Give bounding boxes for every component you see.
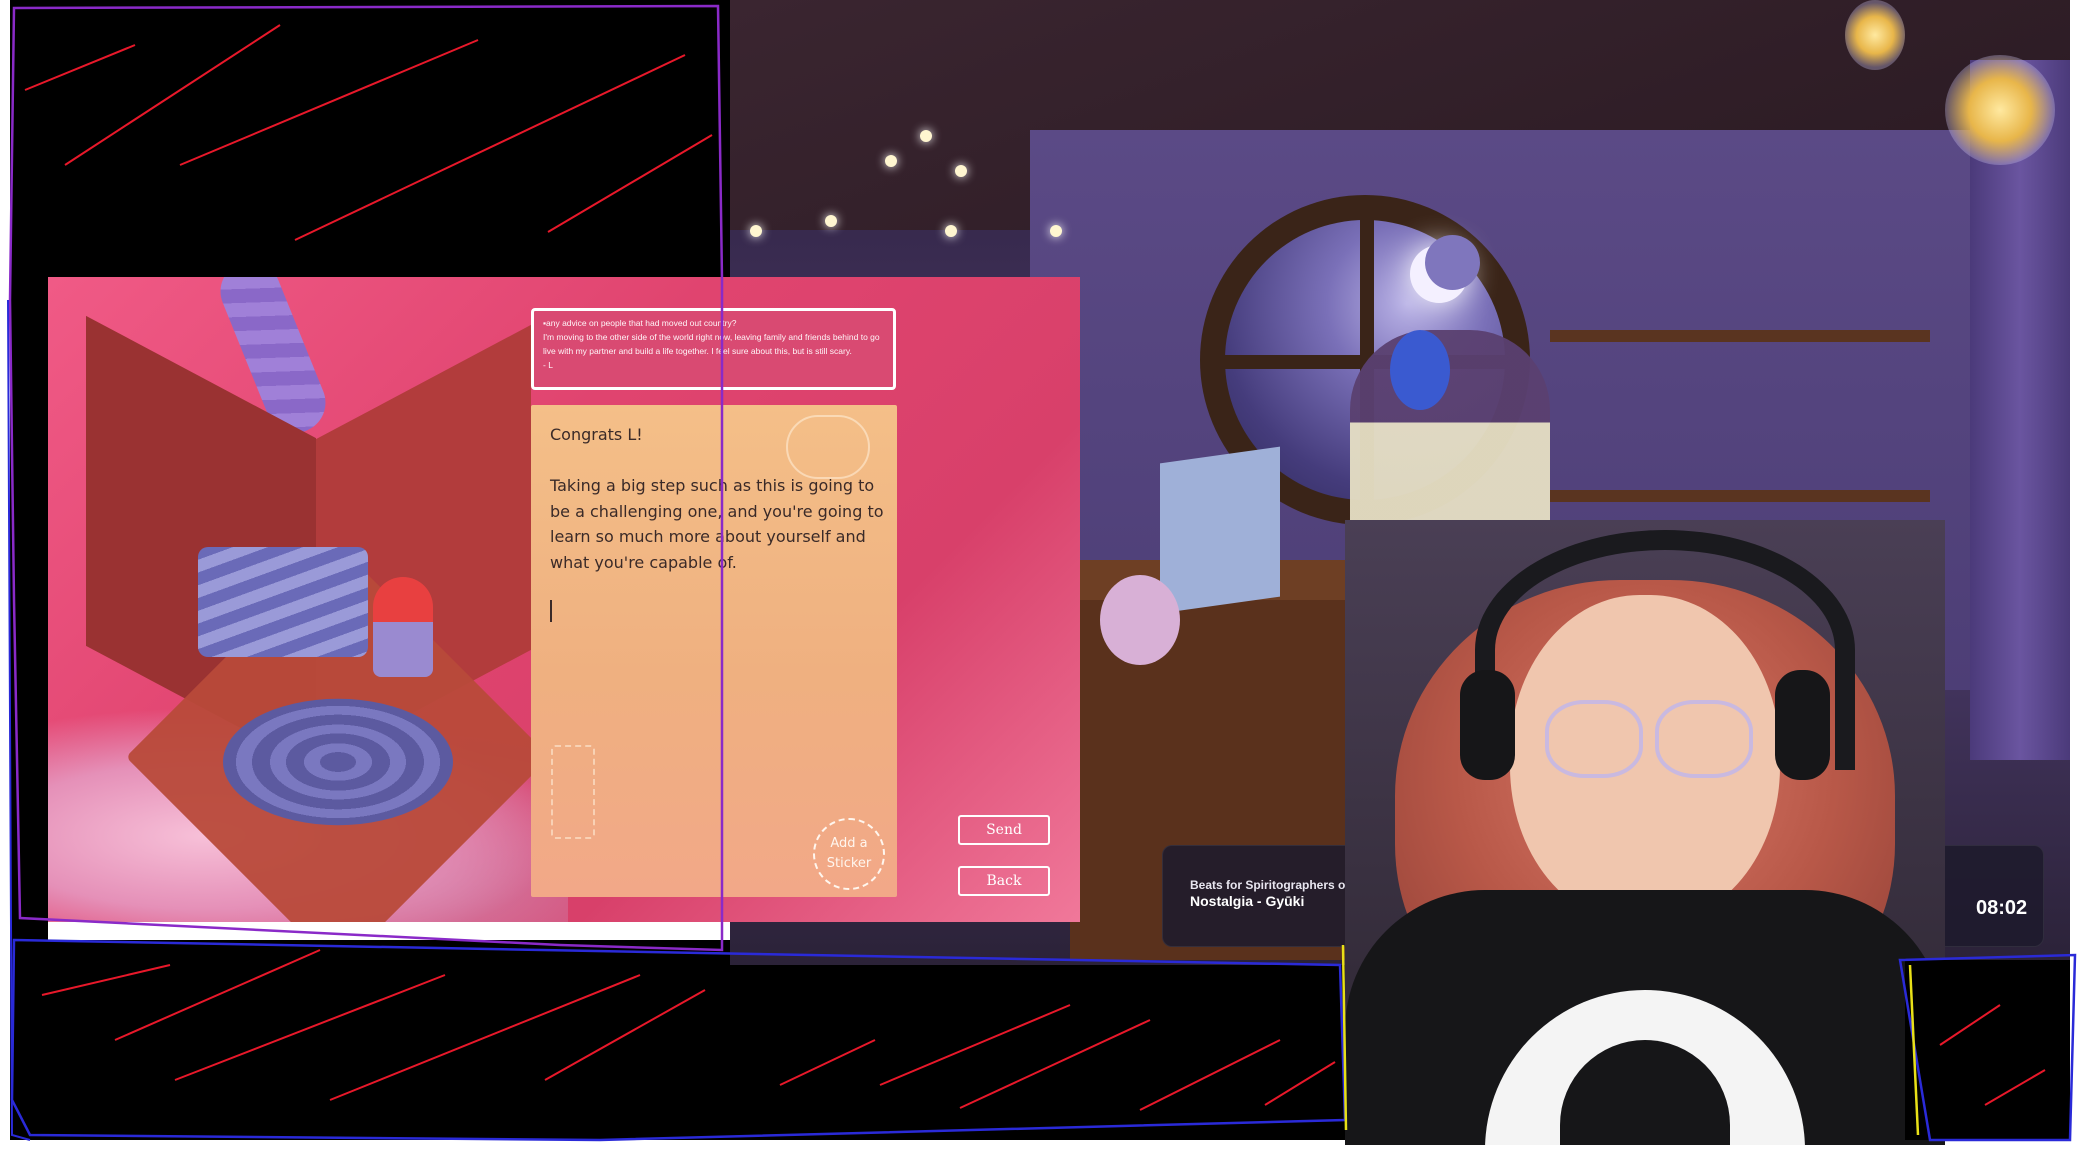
- add-sticker-label: Add a Sticker: [826, 836, 872, 871]
- now-playing-playlist: Beats for Spiritographers only: [1190, 878, 1363, 892]
- question-letter-card: ▪any advice on people that had moved out…: [531, 308, 896, 390]
- black-mask-left: [10, 280, 48, 940]
- session-timer: 08:02: [1976, 897, 2028, 919]
- black-mask-top-left: [10, 0, 730, 280]
- round-rug: [223, 698, 453, 826]
- plush-toy: [1100, 575, 1180, 665]
- shelf: [1550, 330, 1930, 342]
- hanging-lamp: [1845, 0, 1905, 70]
- add-sticker-button[interactable]: Add a Sticker: [813, 818, 885, 890]
- text-cursor: [550, 600, 552, 622]
- laptop: [1160, 446, 1280, 614]
- send-button[interactable]: Send: [958, 815, 1050, 845]
- black-mask-bottom-right: [1905, 960, 2070, 1140]
- webcam-feed: [1345, 520, 1945, 1145]
- curtain: [1970, 60, 2070, 760]
- now-playing-track: Nostalgia - Gyūki: [1190, 893, 1305, 909]
- shelf: [1550, 490, 1930, 502]
- headphones-icon: [1390, 330, 1450, 410]
- hanging-lamp: [1945, 55, 2055, 165]
- player-character: [373, 577, 433, 677]
- reply-letter-text[interactable]: Congrats L! Taking a big step such as th…: [550, 422, 885, 575]
- back-button[interactable]: Back: [958, 866, 1050, 896]
- question-letter-text: ▪any advice on people that had moved out…: [543, 318, 880, 370]
- glasses-icon: [1545, 700, 1643, 778]
- bed: [198, 547, 368, 657]
